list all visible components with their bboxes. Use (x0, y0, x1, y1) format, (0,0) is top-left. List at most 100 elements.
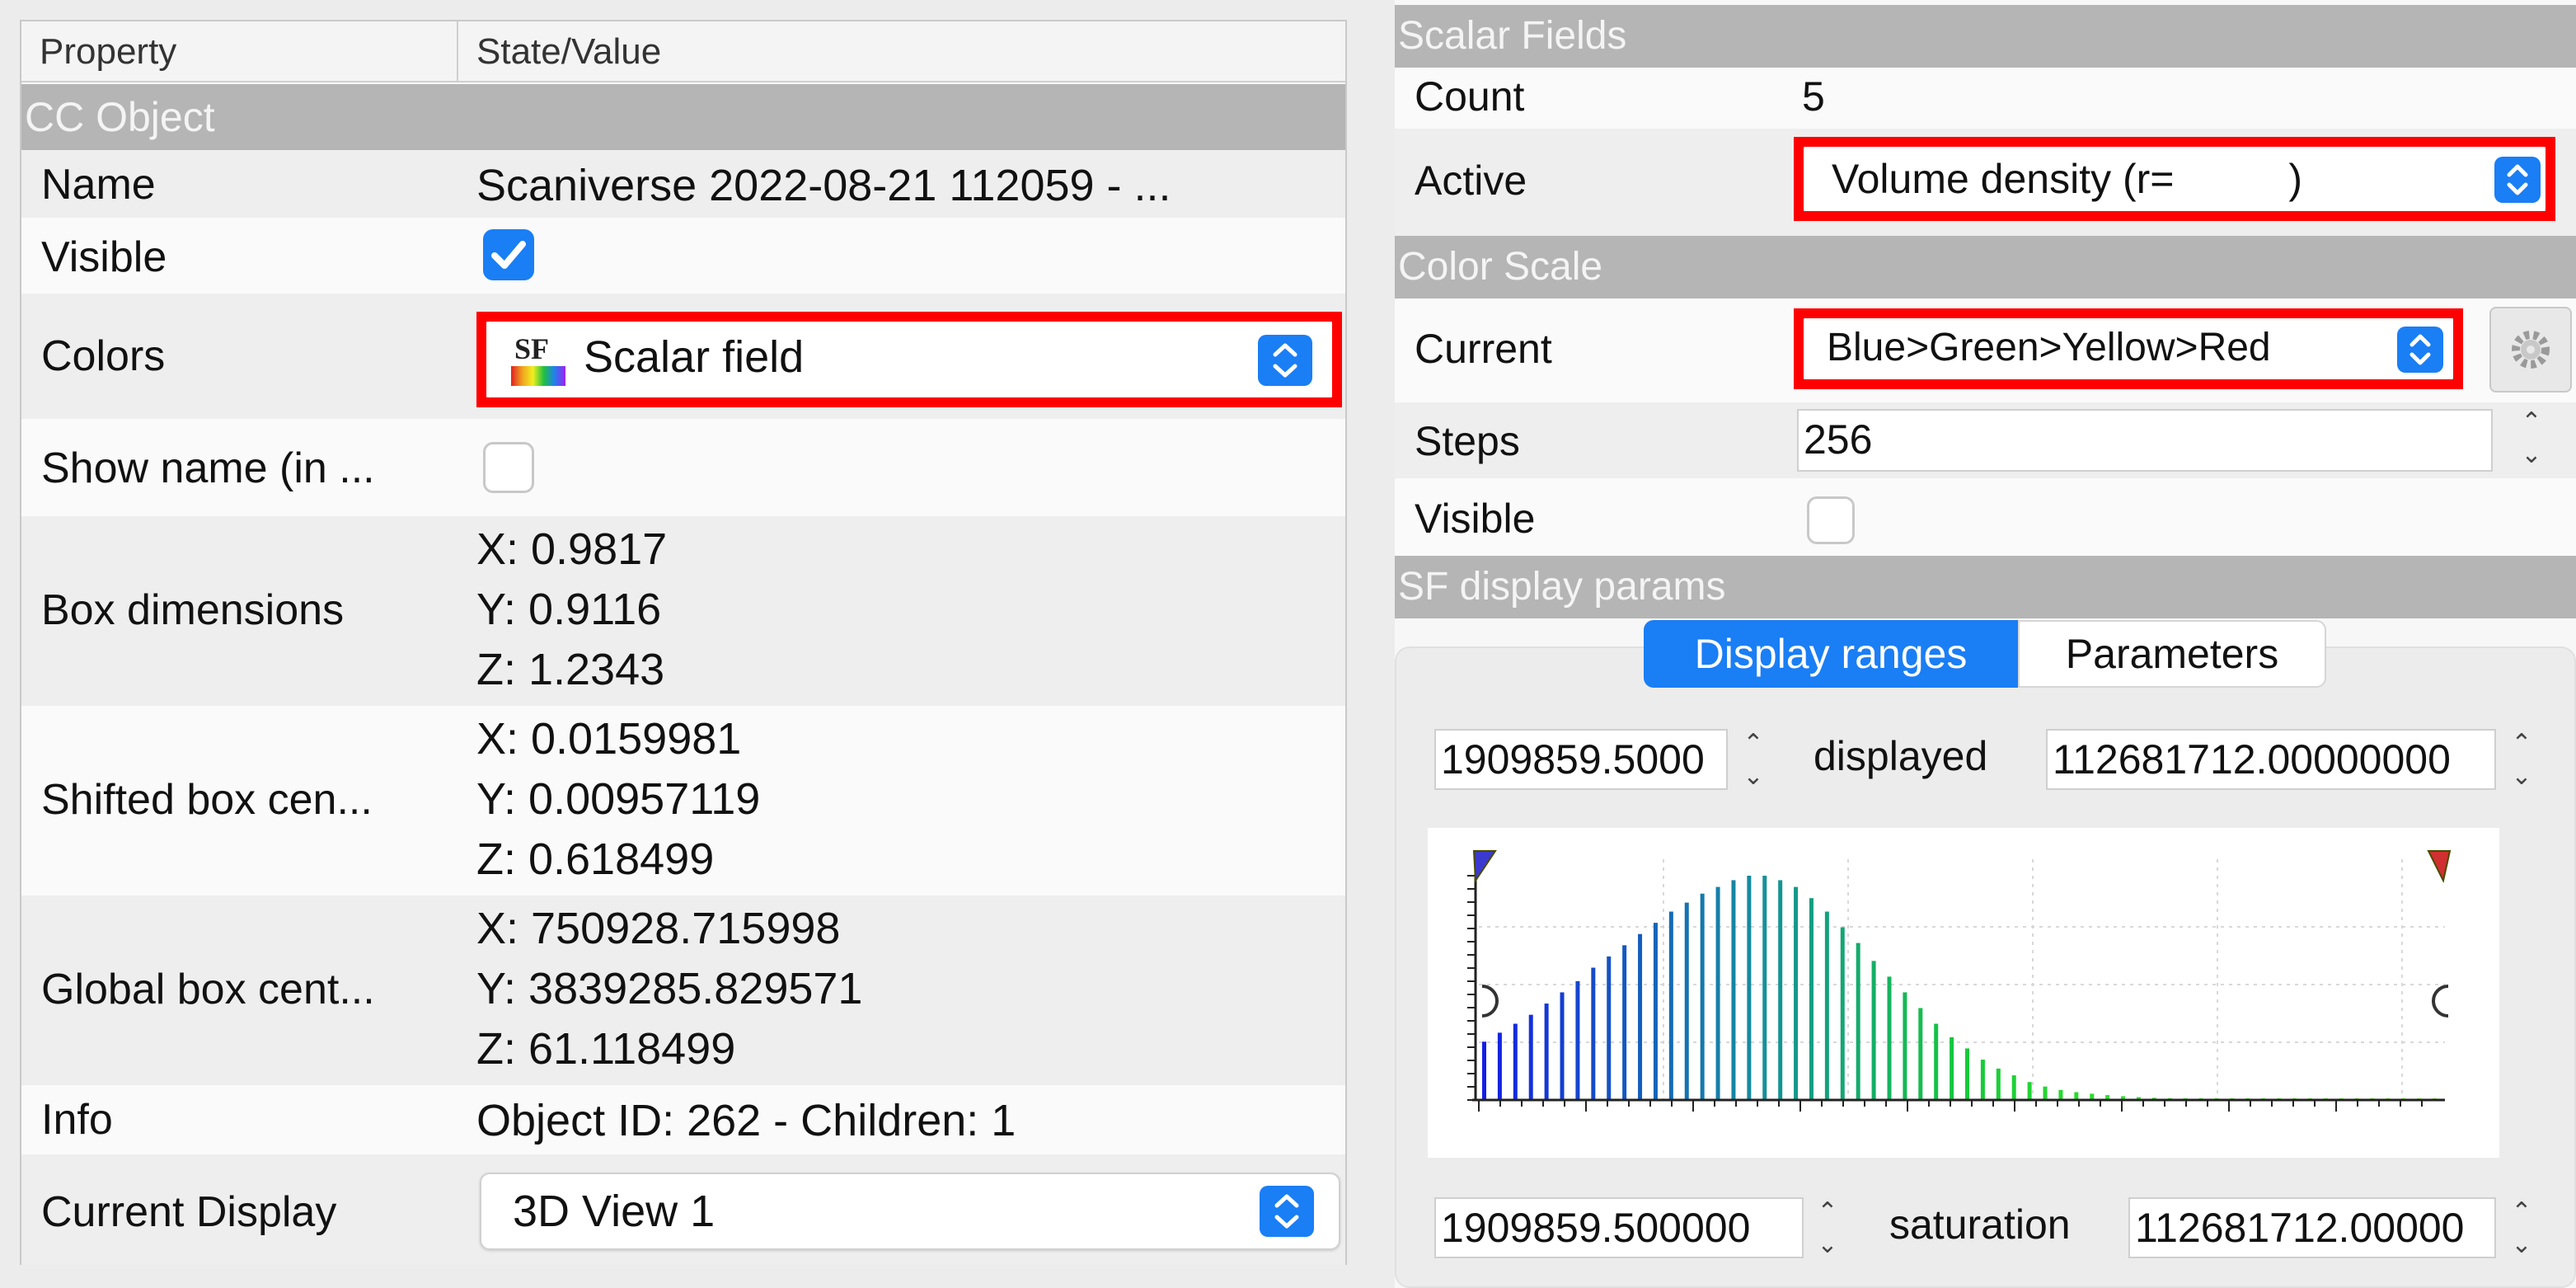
displayed-max-stepper[interactable]: ⌃ ⌄ (2499, 727, 2544, 793)
displayed-min-stepper[interactable]: ⌃ ⌄ (1731, 727, 1776, 793)
gear-icon (2512, 331, 2550, 369)
visible-label: Visible (41, 233, 167, 281)
histogram-bar (1668, 911, 1673, 1100)
global-center-z: Z: 61.118499 (476, 1024, 736, 1074)
histogram-bar (2011, 1075, 2016, 1100)
row-steps: Steps 256 ⌃ ⌄ (1395, 402, 2576, 478)
tab-display-ranges[interactable]: Display ranges (1644, 620, 2018, 688)
histogram-bar (1715, 886, 1720, 1100)
box-dimensions-label: Box dimensions (41, 586, 345, 634)
global-center-x: X: 750928.715998 (476, 904, 841, 953)
property-column-header[interactable]: Property (21, 21, 457, 82)
highlight-color-scale (1794, 308, 2463, 389)
properties-panel: Property State/Value CC Object Name Scan… (20, 20, 1347, 1265)
shifted-center-z: Z: 0.618499 (476, 834, 715, 884)
row-active: Active Volume density (r= ) (1395, 129, 2576, 236)
histogram-bar (1747, 876, 1752, 1100)
visible-checkbox[interactable] (483, 229, 534, 280)
histogram-bar (1996, 1068, 2001, 1100)
saturation-min-input[interactable]: 1909859.500000 (1434, 1197, 1804, 1258)
steps-stepper[interactable]: ⌃ ⌄ (2509, 406, 2554, 472)
chevron-up-icon: ⌃ (1743, 730, 1764, 757)
histogram-bar (1809, 898, 1814, 1100)
saturation-label: saturation (1889, 1201, 2071, 1248)
displayed-min-input[interactable]: 1909859.5000 (1434, 729, 1728, 790)
histogram-bar (1653, 923, 1658, 1100)
histogram-bar (1544, 1004, 1549, 1100)
scalar-field-panel: Scalar Fields Count 5 Active Volume dens… (1395, 0, 2576, 1288)
histogram-bar (2027, 1082, 2032, 1100)
property-row-shifted-center: Shifted box cen... X: 0.0159981 Y: 0.009… (21, 706, 1345, 895)
histogram-bar (1778, 880, 1783, 1100)
current-display-label: Current Display (41, 1188, 337, 1236)
histogram-bar (1528, 1014, 1533, 1100)
histogram-bar (1950, 1037, 1954, 1100)
histogram-bar (1622, 945, 1627, 1100)
scale-visible-checkbox[interactable] (1807, 496, 1855, 544)
state-value-header-label: State/Value (476, 31, 662, 72)
displayed-label: displayed (1814, 733, 1988, 779)
current-display-value: 3D View 1 (513, 1187, 716, 1236)
global-center-label: Global box cent... (41, 966, 375, 1013)
histogram-bar (1513, 1023, 1518, 1100)
scale-visible-label: Visible (1415, 496, 1536, 542)
state-value-column-header[interactable]: State/Value (457, 21, 1345, 82)
section-sf-display-params-title: SF display params (1398, 565, 1726, 609)
displayed-max-input[interactable]: 112681712.00000000 (2046, 729, 2496, 790)
info-value: Object ID: 262 - Children: 1 (476, 1096, 1016, 1145)
section-color-scale-title: Color Scale (1398, 245, 1603, 289)
min-saturation-handle-icon (1481, 985, 1499, 1018)
name-value[interactable]: Scaniverse 2022-08-21 112059 - ... (476, 160, 1171, 211)
section-color-scale: Color Scale (1395, 236, 2576, 298)
saturation-min-stepper[interactable]: ⌃ ⌄ (1805, 1196, 1850, 1262)
highlight-colors (476, 312, 1342, 407)
histogram-bar (1700, 893, 1705, 1100)
chevron-up-icon: ⌃ (1817, 1198, 1838, 1225)
count-label: Count (1415, 73, 1525, 120)
histogram-widget[interactable] (1428, 828, 2499, 1158)
histogram-bar (1575, 980, 1580, 1100)
section-scalar-fields-title: Scalar Fields (1398, 14, 1627, 58)
chevron-down-icon: ⌄ (2511, 1231, 2532, 1258)
chevron-up-icon: ⌃ (2511, 1198, 2532, 1225)
histogram-bar (1762, 876, 1767, 1100)
histogram-bar (1638, 933, 1643, 1100)
saturation-min-value: 1909859.500000 (1441, 1205, 1751, 1251)
histogram-bar (1918, 1008, 1923, 1100)
tab-parameters-label: Parameters (2065, 631, 2279, 677)
current-display-combobox[interactable]: 3D View 1 (480, 1173, 1340, 1250)
show-name-checkbox[interactable] (483, 442, 534, 493)
shifted-center-y: Y: 0.00957119 (476, 774, 761, 824)
highlight-active (1794, 137, 2555, 221)
count-value: 5 (1802, 73, 1825, 120)
histogram-bar (1591, 967, 1596, 1100)
displayed-min-value: 1909859.5000 (1441, 736, 1705, 783)
box-dimensions-y: Y: 0.9116 (476, 585, 662, 634)
chevron-down-icon: ⌄ (1817, 1231, 1838, 1258)
name-label: Name (41, 161, 156, 209)
histogram-bar (1497, 1032, 1502, 1100)
colors-label: Colors (41, 332, 166, 380)
displayed-max-value: 112681712.00000000 (2053, 736, 2451, 783)
property-row-visible: Visible (21, 218, 1345, 294)
section-scalar-fields: Scalar Fields (1395, 5, 2576, 68)
property-row-colors: Colors SF Scalar field (21, 294, 1345, 419)
steps-label: Steps (1415, 418, 1520, 464)
saturation-max-stepper[interactable]: ⌃ ⌄ (2499, 1196, 2544, 1262)
section-cc-object: CC Object (21, 84, 1345, 150)
property-row-info: Info Object ID: 262 - Children: 1 (21, 1085, 1345, 1154)
color-scale-editor-button[interactable] (2489, 307, 2572, 393)
histogram-bar (2058, 1089, 2063, 1100)
chevron-up-icon: ⌃ (2521, 408, 2542, 435)
steps-input[interactable]: 256 (1797, 409, 2493, 472)
max-display-handle-icon (2427, 850, 2452, 883)
info-label: Info (41, 1096, 113, 1144)
histogram-bar (2043, 1086, 2048, 1100)
property-header-label: Property (40, 31, 177, 72)
global-center-y: Y: 3839285.829571 (476, 964, 863, 1013)
saturation-max-input[interactable]: 112681712.00000 (2128, 1197, 2496, 1258)
shifted-center-x: X: 0.0159981 (476, 714, 742, 764)
histogram-bar (1903, 992, 1907, 1100)
histogram-bar (1684, 902, 1689, 1100)
tab-parameters[interactable]: Parameters (2018, 620, 2326, 688)
